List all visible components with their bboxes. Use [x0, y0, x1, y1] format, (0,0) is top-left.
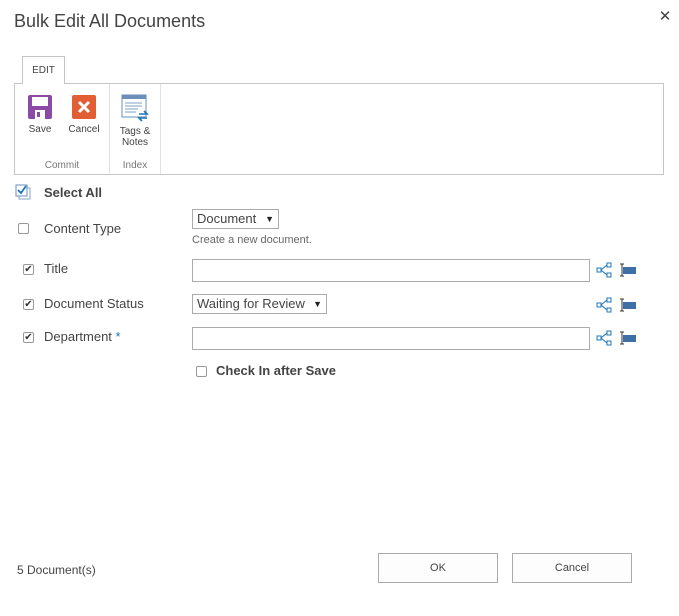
group-label-index: Index: [122, 160, 148, 171]
ribbon: Save Cancel Commit Tags & Notes Index: [14, 83, 664, 175]
cancel-button[interactable]: Cancel: [67, 94, 101, 135]
tags-label-line2: Notes: [121, 137, 149, 148]
content-type-select[interactable]: Document ▼: [192, 209, 279, 229]
document-count: 5 Document(s): [17, 563, 96, 577]
chevron-down-icon: ▼: [265, 214, 274, 224]
tags-notes-icon: [121, 94, 149, 122]
close-icon[interactable]: ✕: [656, 8, 674, 26]
workflow-icon[interactable]: [596, 262, 612, 278]
workflow-icon[interactable]: [596, 297, 612, 313]
title-label: Title: [44, 261, 69, 276]
cancel-icon: [72, 95, 96, 119]
check-in-checkbox[interactable]: [196, 366, 207, 377]
content-type-label: Content Type: [44, 221, 122, 236]
content-type-value: Document: [197, 211, 257, 226]
cancel-label: Cancel: [68, 124, 100, 135]
edit-field-icon[interactable]: [617, 297, 637, 313]
select-all-icon[interactable]: [15, 184, 31, 200]
cancel-button[interactable]: Cancel: [512, 553, 632, 583]
department-checkbox[interactable]: ✔: [23, 332, 34, 343]
floppy-disk-icon: [28, 95, 52, 119]
ribbon-group-commit: Save Cancel Commit: [15, 84, 110, 174]
tab-edit[interactable]: EDIT: [22, 56, 65, 84]
workflow-icon[interactable]: [596, 330, 612, 346]
title-checkbox[interactable]: ✔: [23, 264, 34, 275]
required-marker: *: [115, 329, 121, 344]
tags-label-line1: Tags &: [119, 126, 151, 137]
document-status-value: Waiting for Review: [197, 296, 305, 311]
select-all-label[interactable]: Select All: [44, 185, 102, 200]
dialog-title: Bulk Edit All Documents: [14, 11, 206, 31]
content-type-hint: Create a new document.: [192, 234, 312, 246]
department-input[interactable]: [192, 327, 590, 350]
ribbon-group-index: Tags & Notes Index: [110, 84, 161, 174]
title-input[interactable]: [192, 259, 590, 282]
save-button[interactable]: Save: [25, 94, 55, 135]
group-label-commit: Commit: [44, 160, 80, 171]
save-label: Save: [28, 124, 52, 135]
document-status-select[interactable]: Waiting for Review ▼: [192, 294, 327, 314]
content-type-checkbox[interactable]: [18, 223, 29, 234]
tags-notes-button[interactable]: Tags & Notes: [114, 94, 156, 148]
department-label-text: Department: [44, 329, 112, 344]
ok-button[interactable]: OK: [378, 553, 498, 583]
edit-field-icon[interactable]: [617, 262, 637, 278]
edit-field-icon[interactable]: [617, 330, 637, 346]
document-status-label: Document Status: [44, 296, 144, 311]
chevron-down-icon: ▼: [313, 299, 322, 309]
department-label: Department *: [44, 329, 121, 344]
check-in-label: Check In after Save: [216, 363, 336, 378]
document-status-checkbox[interactable]: ✔: [23, 299, 34, 310]
